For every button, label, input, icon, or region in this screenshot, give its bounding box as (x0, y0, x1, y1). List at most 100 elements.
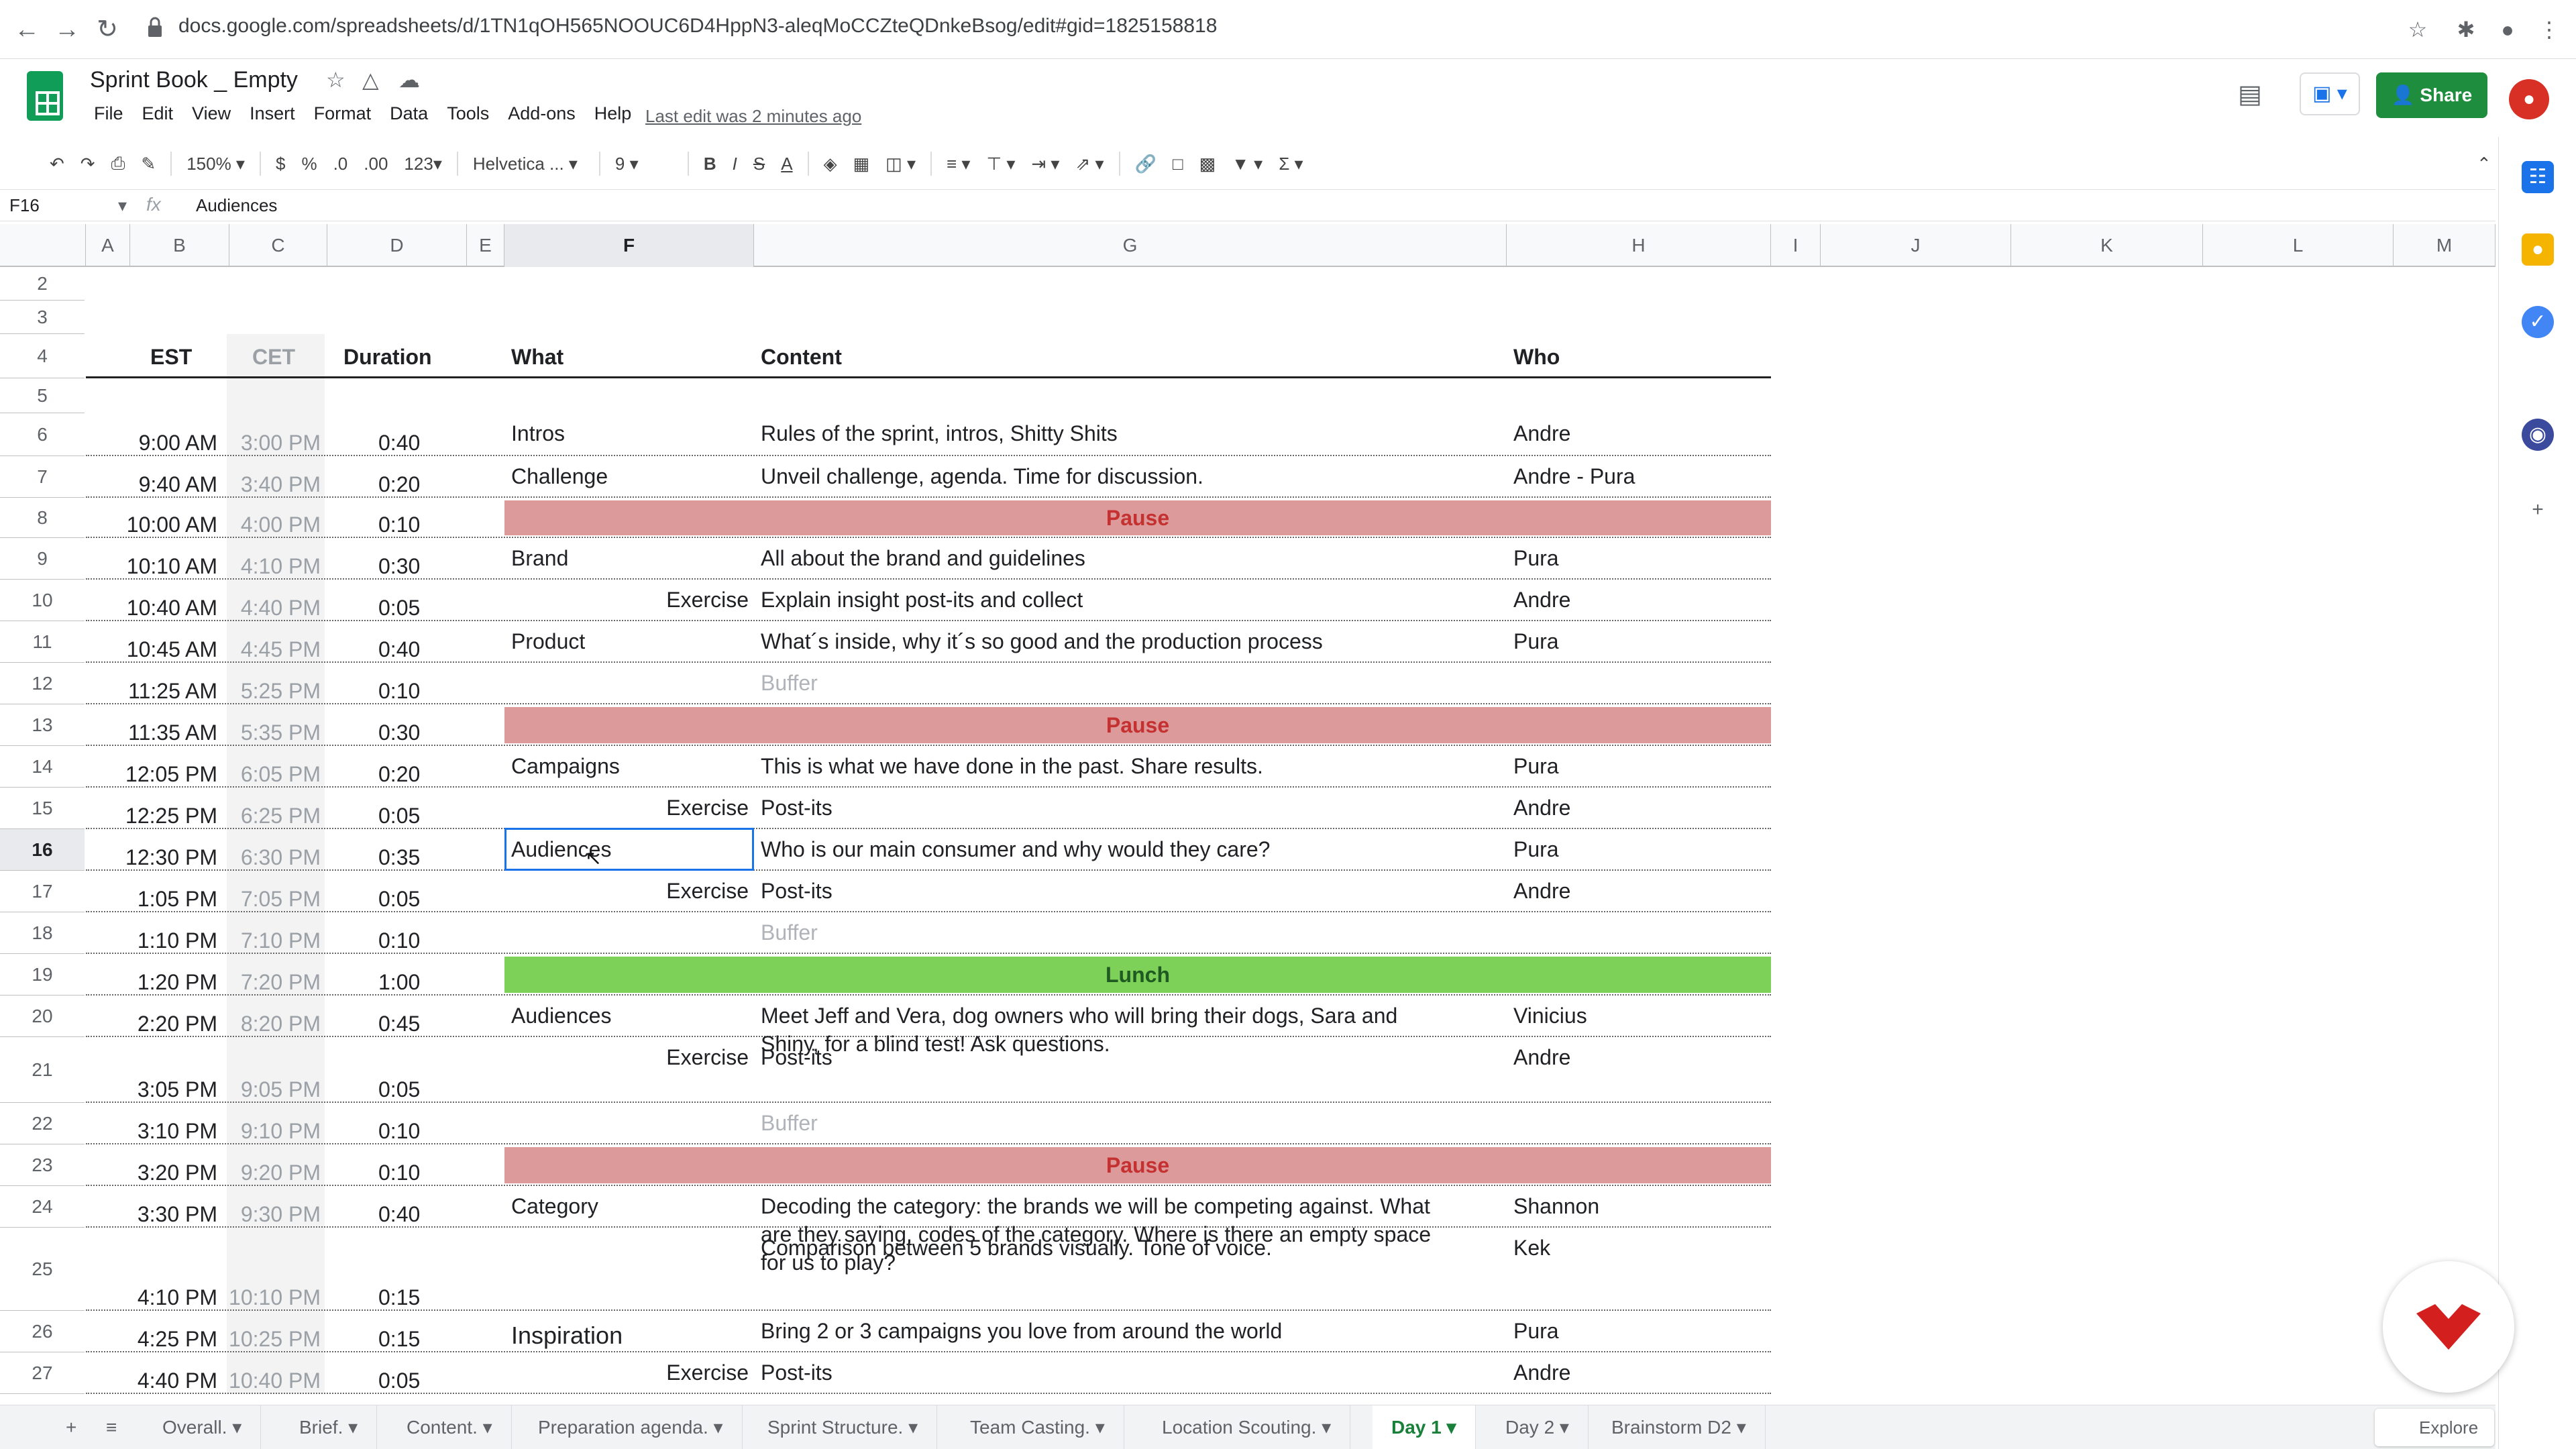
spreadsheet-grid[interactable]: ABCDEFGHIJKLM 2 3 4 5 6 7 8 9 10 11 12 13 14 15 16 17 18… (0, 224, 2496, 1405)
menu-tools[interactable]: Tools (437, 103, 498, 124)
print-icon[interactable]: ⎙ (103, 153, 133, 174)
row-header-19[interactable]: 19 (0, 954, 85, 996)
redo-icon[interactable]: ↷ (72, 154, 103, 174)
insert-link-icon[interactable]: 🔗 (1127, 154, 1165, 174)
content-text[interactable]: Post-its (761, 796, 833, 820)
increase-decimal-button[interactable]: .00 (356, 154, 396, 174)
row-header-18[interactable]: 18 (0, 912, 85, 954)
content-text[interactable]: Decoding the category: the brands we wil… (761, 1194, 1430, 1219)
star-icon[interactable]: ☆ (326, 67, 345, 93)
profile-icon[interactable]: ● (2493, 15, 2522, 44)
chevron-down-icon[interactable]: ▾ (1731, 1417, 1746, 1438)
row-header-8[interactable]: 8 (0, 498, 85, 538)
paint-format-icon[interactable]: ✎ (133, 154, 164, 174)
activity-name[interactable]: Brand (511, 546, 568, 571)
row-header-5[interactable]: 5 (0, 378, 85, 413)
sheet-tab-content[interactable]: Content. ▾ (388, 1405, 512, 1449)
formula-input[interactable]: Audiences (196, 195, 277, 216)
addon-icon[interactable]: ◉ (2522, 419, 2554, 451)
chevron-down-icon[interactable]: ▾ (903, 1417, 918, 1438)
italic-button[interactable]: I (724, 154, 745, 174)
address-bar-url[interactable]: docs.google.com/spreadsheets/d/1TN1qOH56… (178, 15, 1217, 38)
content-text[interactable]: What´s inside, why it´s so good and the … (761, 629, 1323, 654)
who-name[interactable]: Andre (1513, 1045, 1570, 1070)
activity-name[interactable]: Audiences (511, 1004, 611, 1028)
cloud-status-icon[interactable]: ☁ (398, 67, 420, 93)
percent-format-button[interactable]: % (293, 154, 325, 174)
selected-cell-f16[interactable] (504, 828, 754, 871)
menu-insert[interactable]: Insert (240, 103, 305, 124)
activity-name[interactable]: Product (511, 629, 585, 654)
sheet-tab-location-scouting[interactable]: Location Scouting. ▾ (1143, 1405, 1351, 1449)
browser-menu-icon[interactable]: ⋮ (2534, 15, 2564, 44)
row-header-9[interactable]: 9 (0, 538, 85, 580)
who-name[interactable]: Pura (1513, 837, 1559, 862)
text-rotation-icon[interactable]: ⇗ ▾ (1067, 154, 1112, 174)
row-header-15[interactable]: 15 (0, 788, 85, 829)
last-edit-link[interactable]: Last edit was 2 minutes ago (645, 106, 861, 127)
activity-name[interactable]: Campaigns (511, 754, 620, 779)
row-header-21[interactable]: 21 (0, 1037, 85, 1103)
row-header-3[interactable]: 3 (0, 301, 85, 334)
text-color-button[interactable]: A (773, 154, 800, 174)
horizontal-align-icon[interactable]: ≡ ▾ (938, 154, 978, 174)
chevron-down-icon[interactable]: ▾ (1554, 1417, 1569, 1438)
forward-icon[interactable]: → (50, 12, 85, 47)
avatar[interactable]: ● (2509, 79, 2549, 119)
collapse-toolbar-icon[interactable]: ⌃ (2469, 154, 2500, 174)
column-header-g[interactable]: G (754, 224, 1507, 267)
chevron-down-icon[interactable]: ▾ (708, 1417, 723, 1438)
column-header-a[interactable]: A (86, 224, 130, 267)
content-text[interactable]: Rules of the sprint, intros, Shitty Shit… (761, 421, 1118, 446)
currency-format-button[interactable]: $ (268, 154, 293, 174)
calendar-icon[interactable]: ☷ (2522, 161, 2554, 193)
content-text[interactable]: Meet Jeff and Vera, dog owners who will … (761, 1004, 1397, 1028)
row-header-14[interactable]: 14 (0, 746, 85, 788)
menu-file[interactable]: File (85, 103, 133, 124)
who-name[interactable]: Pura (1513, 1319, 1559, 1344)
who-name[interactable]: Andre (1513, 1360, 1570, 1385)
content-text[interactable]: Explain insight post-its and collect (761, 588, 1083, 612)
row-header-4[interactable]: 4 (0, 334, 85, 378)
menu-edit[interactable]: Edit (133, 103, 183, 124)
explore-button[interactable]: Explore (2375, 1409, 2495, 1446)
who-name[interactable]: Shannon (1513, 1194, 1599, 1219)
activity-name[interactable]: Intros (511, 421, 565, 446)
content-text[interactable]: Post-its (761, 879, 833, 904)
sheet-tab-team-casting[interactable]: Team Casting. ▾ (951, 1405, 1124, 1449)
menu-format[interactable]: Format (305, 103, 381, 124)
sheet-tab-brainstorm-d2[interactable]: Brainstorm D2 ▾ (1593, 1405, 1766, 1449)
column-header-f[interactable]: F (504, 224, 754, 267)
content-text[interactable]: All about the brand and guidelines (761, 546, 1085, 571)
row-header-17[interactable]: 17 (0, 871, 85, 912)
insert-chart-icon[interactable]: ▩ (1191, 154, 1224, 174)
column-header-i[interactable]: I (1771, 224, 1821, 267)
menu-addons[interactable]: Add-ons (498, 103, 585, 124)
row-header-20[interactable]: 20 (0, 996, 85, 1037)
sheet-tab-preparation-agenda[interactable]: Preparation agenda. ▾ (519, 1405, 743, 1449)
menu-data[interactable]: Data (380, 103, 437, 124)
all-sheets-icon[interactable]: ≡ (87, 1405, 136, 1449)
extensions-icon[interactable]: ✱ (2451, 15, 2481, 44)
text-wrap-icon[interactable]: ⇥ ▾ (1023, 154, 1067, 174)
column-header-l[interactable]: L (2203, 224, 2394, 267)
row-header-24[interactable]: 24 (0, 1186, 85, 1228)
who-name[interactable]: Pura (1513, 546, 1559, 571)
row-header-25[interactable]: 25 (0, 1228, 85, 1311)
column-header-b[interactable]: B (130, 224, 229, 267)
row-header-6[interactable]: 6 (0, 413, 85, 456)
row-header-16[interactable]: 16 (0, 829, 85, 871)
row-header-23[interactable]: 23 (0, 1144, 85, 1186)
who-name[interactable]: Pura (1513, 754, 1559, 779)
column-header-e[interactable]: E (467, 224, 504, 267)
row-header-11[interactable]: 11 (0, 621, 85, 663)
content-text[interactable]: Who is our main consumer and why would t… (761, 837, 1270, 862)
row-header-13[interactable]: 13 (0, 704, 85, 746)
who-name[interactable]: Andre - Pura (1513, 464, 1635, 489)
fill-color-icon[interactable]: ◈ (816, 154, 845, 174)
functions-icon[interactable]: Σ ▾ (1271, 154, 1311, 174)
undo-icon[interactable]: ↶ (42, 154, 72, 174)
borders-icon[interactable]: ▦ (845, 154, 878, 174)
chevron-down-icon[interactable]: ▾ (1090, 1417, 1105, 1438)
content-text[interactable]: This is what we have done in the past. S… (761, 754, 1263, 779)
